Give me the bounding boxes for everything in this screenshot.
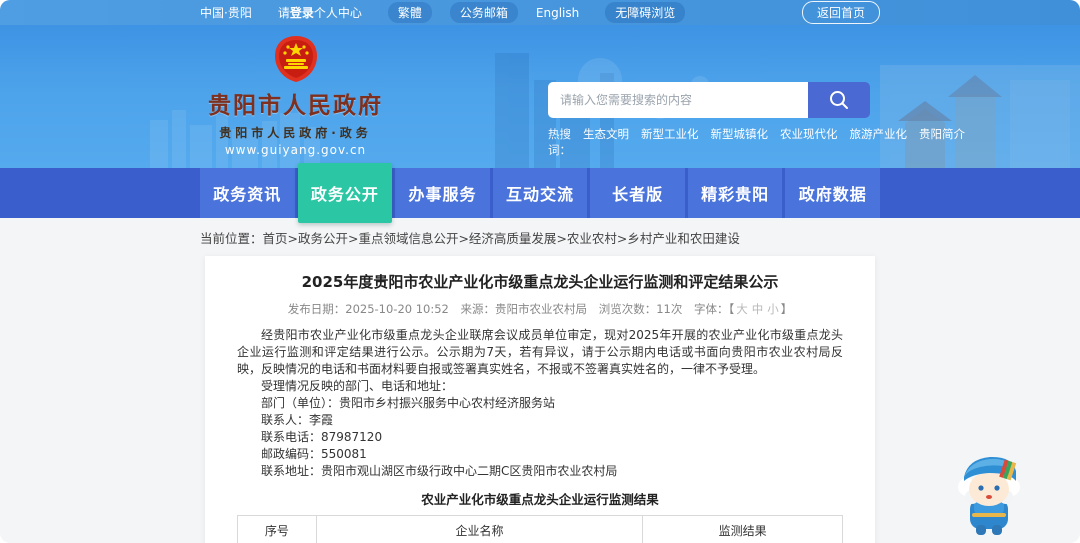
hot-search-term[interactable]: 新型城镇化: [711, 126, 769, 158]
login-link[interactable]: 请登录个人中心: [278, 4, 362, 21]
english-link[interactable]: English: [536, 6, 579, 20]
hot-search-term[interactable]: 旅游产业化: [850, 126, 908, 158]
article-title: 2025年度贵阳市农业产业化市级重点龙头企业运行监测和评定结果公示: [301, 273, 779, 291]
breadcrumb: 当前位置： 首页>政务公开>重点领域信息公开>经济高质量发展>农业农村>乡村产业…: [0, 218, 1080, 256]
nav-item-zhangzheban[interactable]: 长者版: [590, 168, 685, 218]
assistant-mascot[interactable]: [950, 447, 1028, 539]
article-paragraph: 联系地址：贵阳市观山湖区市级行政中心二期C区贵阳市农业农村局: [261, 464, 618, 479]
article-paragraph: 联系人：李霞: [261, 413, 334, 428]
font-size-large[interactable]: 大: [736, 302, 748, 316]
article-paragraph: 联系电话：87987120: [261, 430, 383, 445]
article-body: 经贵阳市农业产业化市级重点龙头企业联席会议成员单位审定，现对2025年开展的农业…: [237, 327, 843, 480]
header-company-name: 企业名称: [315, 515, 644, 543]
login-post: 个人中心: [313, 6, 362, 20]
hot-search-label: 热搜词：: [548, 127, 571, 157]
font-size-label-end: 】: [780, 302, 793, 317]
hot-search-term[interactable]: 生态文明: [583, 126, 629, 158]
search-area: 热搜词： 生态文明 新型工业化 新型城镇化 农业现代化 旅游产业化 贵阳简介: [548, 82, 965, 158]
site-title: 贵阳市人民政府: [208, 93, 383, 119]
hot-search-term[interactable]: 贵阳简介: [919, 126, 965, 158]
view-count: 浏览次数：11次: [598, 302, 683, 317]
table-header-row: 序号 企业名称 监测结果: [237, 515, 843, 543]
header-serial-number: 序号: [237, 515, 317, 543]
site-subtitle: 贵阳市人民政府·政务: [219, 126, 372, 140]
hot-search-term[interactable]: 新型工业化: [641, 126, 699, 158]
article-meta: 发布日期：2025-10-20 10:52 来源：贵阳市农业农村局 浏览次数：1…: [237, 301, 843, 317]
search-button[interactable]: [808, 82, 870, 118]
article-source: 来源：贵阳市农业农村局: [460, 302, 588, 317]
traditional-chinese-link[interactable]: 繁體: [387, 2, 432, 23]
search-input[interactable]: [548, 82, 808, 118]
breadcrumb-path[interactable]: 首页>政务公开>重点领域信息公开>经济高质量发展>农业农村>乡村产业和农田建设: [263, 228, 740, 247]
article-paragraph: 部门（单位）：贵阳市乡村振兴服务中心农村经济服务站: [261, 396, 556, 411]
article-card: 2025年度贵阳市农业产业化市级重点龙头企业运行监测和评定结果公示 发布日期：2…: [205, 256, 875, 543]
main-navigation: 政务资讯 政务公开 办事服务 互动交流 长者版 精彩贵阳 政府数据: [0, 163, 1080, 223]
nav-item-hudong-jiaoliu[interactable]: 互动交流: [492, 168, 588, 218]
publish-date: 发布日期：2025-10-20 10:52: [287, 302, 449, 317]
nav-item-zhengwu-zixun[interactable]: 政务资讯: [200, 168, 295, 218]
hot-search-bar: 热搜词： 生态文明 新型工业化 新型城镇化 农业现代化 旅游产业化 贵阳简介: [548, 126, 965, 158]
result-table-title: 农业产业化市级重点龙头企业运行监测结果: [421, 492, 659, 508]
top-utility-bar: 中国·贵阳 请登录个人中心 繁體 公务邮箱 English 无障碍浏览 返回首页: [0, 0, 1080, 25]
mascot-icon: [958, 456, 1020, 535]
nav-item-banshi-fuwu[interactable]: 办事服务: [395, 168, 490, 218]
site-url: www.guiyang.gov.cn: [224, 143, 367, 157]
font-size-medium[interactable]: 中: [752, 302, 764, 316]
article-paragraph: 邮政编码：550081: [261, 447, 367, 462]
nav-item-jingcai-guiyang[interactable]: 精彩贵阳: [687, 168, 783, 218]
monitoring-result-table: 序号 企业名称 监测结果 1 贵州合力超市采购有限公司 合格 2 贵州友禾种业有…: [237, 515, 843, 543]
nav-item-zhengfu-shuju[interactable]: 政府数据: [785, 168, 881, 218]
search-icon: [830, 91, 848, 109]
site-banner: 贵阳市人民政府 贵阳市人民政府·政务 www.guiyang.gov.cn 热搜…: [0, 25, 1080, 168]
page: 中国·贵阳 请登录个人中心 繁體 公务邮箱 English 无障碍浏览 返回首页: [0, 0, 1080, 543]
return-home-button[interactable]: 返回首页: [801, 1, 880, 24]
nav-item-zhengwu-gongkai[interactable]: 政务公开: [297, 163, 393, 223]
article-paragraph: 经贵阳市农业产业化市级重点龙头企业联席会议成员单位审定，现对2025年开展的农业…: [237, 328, 843, 377]
region-link[interactable]: 中国·贵阳: [200, 4, 252, 21]
login-pre: 请: [277, 6, 290, 20]
site-logo-block[interactable]: 贵阳市人民政府 贵阳市人民政府·政务 www.guiyang.gov.cn: [208, 25, 383, 157]
login-bold: 登录: [289, 6, 314, 20]
accessibility-link[interactable]: 无障碍浏览: [605, 2, 686, 23]
breadcrumb-label: 当前位置：: [200, 231, 263, 246]
header-monitor-result: 监测结果: [642, 515, 843, 543]
national-emblem-icon: [274, 36, 317, 82]
font-size-small[interactable]: 小: [767, 302, 779, 316]
official-mail-link[interactable]: 公务邮箱: [449, 2, 518, 23]
article-paragraph: 受理情况反映的部门、电话和地址：: [261, 379, 454, 394]
hot-search-term[interactable]: 农业现代化: [780, 126, 838, 158]
font-size-label: 字体：【: [694, 302, 735, 317]
